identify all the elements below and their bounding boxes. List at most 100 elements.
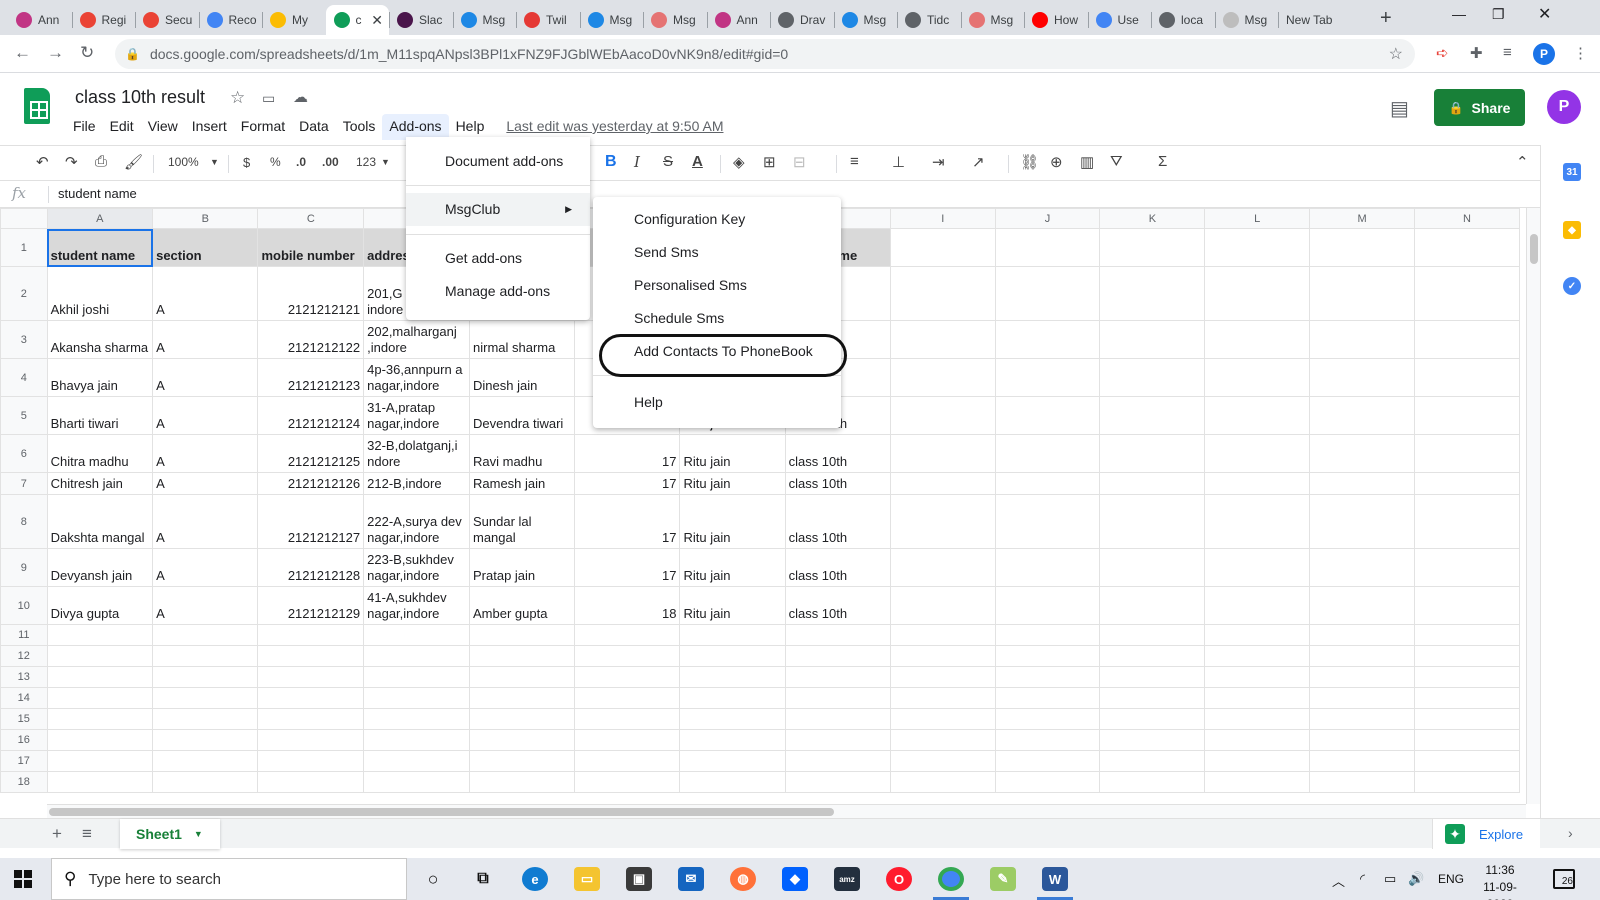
grid-cell[interactable] — [1099, 396, 1206, 435]
grid-cell[interactable] — [574, 687, 681, 709]
grid-cell[interactable] — [994, 666, 1101, 688]
currency-format-button[interactable]: $ — [243, 155, 250, 170]
grid-cell[interactable] — [1099, 624, 1206, 646]
grid-cell[interactable] — [1099, 320, 1206, 359]
grid-cell[interactable] — [994, 472, 1101, 495]
row-header[interactable]: 15 — [0, 708, 48, 730]
grid-cell[interactable]: 202,malharganj ,indore — [363, 320, 470, 359]
grid-cell[interactable] — [679, 750, 786, 772]
grid-cell[interactable]: Ravi madhu — [468, 434, 576, 473]
row-header[interactable]: 1 — [0, 228, 48, 267]
browser-tab[interactable]: c ✕ — [325, 5, 389, 35]
grid-cell[interactable]: Devyansh jain — [46, 548, 154, 587]
new-tab-button[interactable]: + — [1380, 7, 1392, 30]
row-header[interactable]: 16 — [0, 729, 48, 751]
grid-cell[interactable]: 17 — [574, 472, 681, 495]
increase-decimal-button[interactable]: .00 — [322, 155, 339, 169]
close-tab-icon[interactable]: ✕ — [371, 12, 383, 29]
grid-cell[interactable]: 31-A,pratap nagar,indore — [363, 396, 470, 435]
grid-cell[interactable]: A — [152, 434, 259, 473]
grid-cell[interactable] — [1414, 494, 1520, 549]
grid-cell[interactable] — [1309, 472, 1415, 495]
insert-chart-icon[interactable]: ▥ — [1080, 153, 1094, 171]
grid-cell[interactable] — [1099, 645, 1206, 667]
grid-cell[interactable] — [994, 266, 1101, 321]
grid-cell[interactable]: Pratap jain — [468, 548, 576, 587]
grid-cell[interactable] — [363, 645, 470, 667]
grid-cell[interactable] — [152, 687, 259, 709]
grid-cell[interactable] — [1309, 729, 1415, 751]
grid-cell[interactable] — [257, 750, 365, 772]
browser-tab[interactable]: Drav — [770, 5, 834, 35]
browser-tab[interactable]: Slac — [389, 5, 453, 35]
grid-cell[interactable] — [1099, 494, 1206, 549]
grid-cell[interactable] — [1204, 645, 1311, 667]
grid-cell[interactable]: class 10th — [784, 434, 891, 473]
edge-icon[interactable]: e — [522, 867, 548, 891]
store-icon[interactable]: ▣ — [626, 867, 652, 891]
grid-cell[interactable] — [679, 666, 786, 688]
grid-cell[interactable] — [1309, 434, 1415, 473]
row-header[interactable]: 8 — [0, 494, 48, 549]
row-header[interactable]: 14 — [0, 687, 48, 709]
grid-cell[interactable] — [889, 645, 996, 667]
vertical-scrollbar[interactable] — [1526, 208, 1540, 804]
paint-format-icon[interactable]: 🖌 — [124, 153, 143, 171]
grid-cell[interactable]: class 10th — [784, 586, 891, 625]
grid-cell[interactable]: 4p-36,annpurn a nagar,indore — [363, 358, 470, 397]
grid-cell[interactable] — [994, 548, 1101, 587]
grid-cell[interactable] — [152, 729, 259, 751]
grid-cell[interactable]: mobile number — [257, 228, 365, 267]
row-header[interactable]: 5 — [0, 396, 48, 435]
grid-cell[interactable] — [257, 687, 365, 709]
grid-cell[interactable] — [257, 624, 365, 646]
submenu-item-personalised-sms[interactable]: Personalised Sms — [593, 269, 841, 302]
more-formats-chevron-icon[interactable]: ▼ — [381, 157, 390, 167]
column-header[interactable]: I — [889, 208, 996, 229]
column-header[interactable]: C — [257, 208, 365, 229]
task-view-icon[interactable]: ⧉ — [470, 867, 496, 891]
grid-cell[interactable]: Dinesh jain — [468, 358, 576, 397]
grid-cell[interactable] — [889, 729, 996, 751]
grid-cell[interactable] — [1309, 266, 1415, 321]
notification-center-icon[interactable]: 26 — [1553, 869, 1575, 889]
grid-cell[interactable] — [46, 687, 154, 709]
move-folder-icon[interactable]: ▭ — [262, 90, 275, 107]
grid-cell[interactable]: 212-B,indore — [363, 472, 470, 495]
horizontal-scrollbar[interactable] — [47, 804, 1526, 818]
menu-item-document-add-ons[interactable]: Document add-ons — [406, 145, 590, 178]
grid-cell[interactable] — [1414, 358, 1520, 397]
grid-cell[interactable]: Dakshta mangal — [46, 494, 154, 549]
browser-tab[interactable]: Tidc — [897, 5, 961, 35]
browser-tab[interactable]: Msg — [834, 5, 898, 35]
grid-cell[interactable] — [784, 729, 891, 751]
grid-cell[interactable]: 2121212127 — [257, 494, 365, 549]
grid-cell[interactable] — [784, 645, 891, 667]
browser-tab[interactable]: New Tab — [1278, 5, 1358, 35]
browser-tab[interactable]: loca — [1151, 5, 1215, 35]
grid-cell[interactable] — [1414, 228, 1520, 267]
grid-cell[interactable]: A — [152, 472, 259, 495]
grid-cell[interactable] — [468, 750, 576, 772]
menu-file[interactable]: File — [66, 114, 103, 140]
vertical-scroll-thumb[interactable] — [1530, 234, 1538, 264]
grid-cell[interactable]: Ramesh jain — [468, 472, 576, 495]
user-avatar[interactable]: P — [1547, 90, 1581, 124]
maximize-button[interactable]: ❐ — [1492, 6, 1505, 23]
grid-cell[interactable] — [994, 358, 1101, 397]
grid-cell[interactable]: 2121212123 — [257, 358, 365, 397]
browser-tab[interactable]: Msg — [453, 5, 517, 35]
grid-cell[interactable] — [257, 645, 365, 667]
grid-cell[interactable] — [1309, 320, 1415, 359]
grid-cell[interactable] — [574, 666, 681, 688]
grid-cell[interactable] — [1414, 548, 1520, 587]
grid-cell[interactable] — [994, 494, 1101, 549]
grid-cell[interactable]: Bhavya jain — [46, 358, 154, 397]
minimize-button[interactable]: — — [1452, 6, 1466, 22]
grid-cell[interactable] — [994, 708, 1101, 730]
grid-cell[interactable] — [994, 624, 1101, 646]
grid-cell[interactable] — [1309, 494, 1415, 549]
grid-cell[interactable] — [889, 750, 996, 772]
grid-cell[interactable]: A — [152, 320, 259, 359]
grid-cell[interactable] — [1204, 750, 1311, 772]
